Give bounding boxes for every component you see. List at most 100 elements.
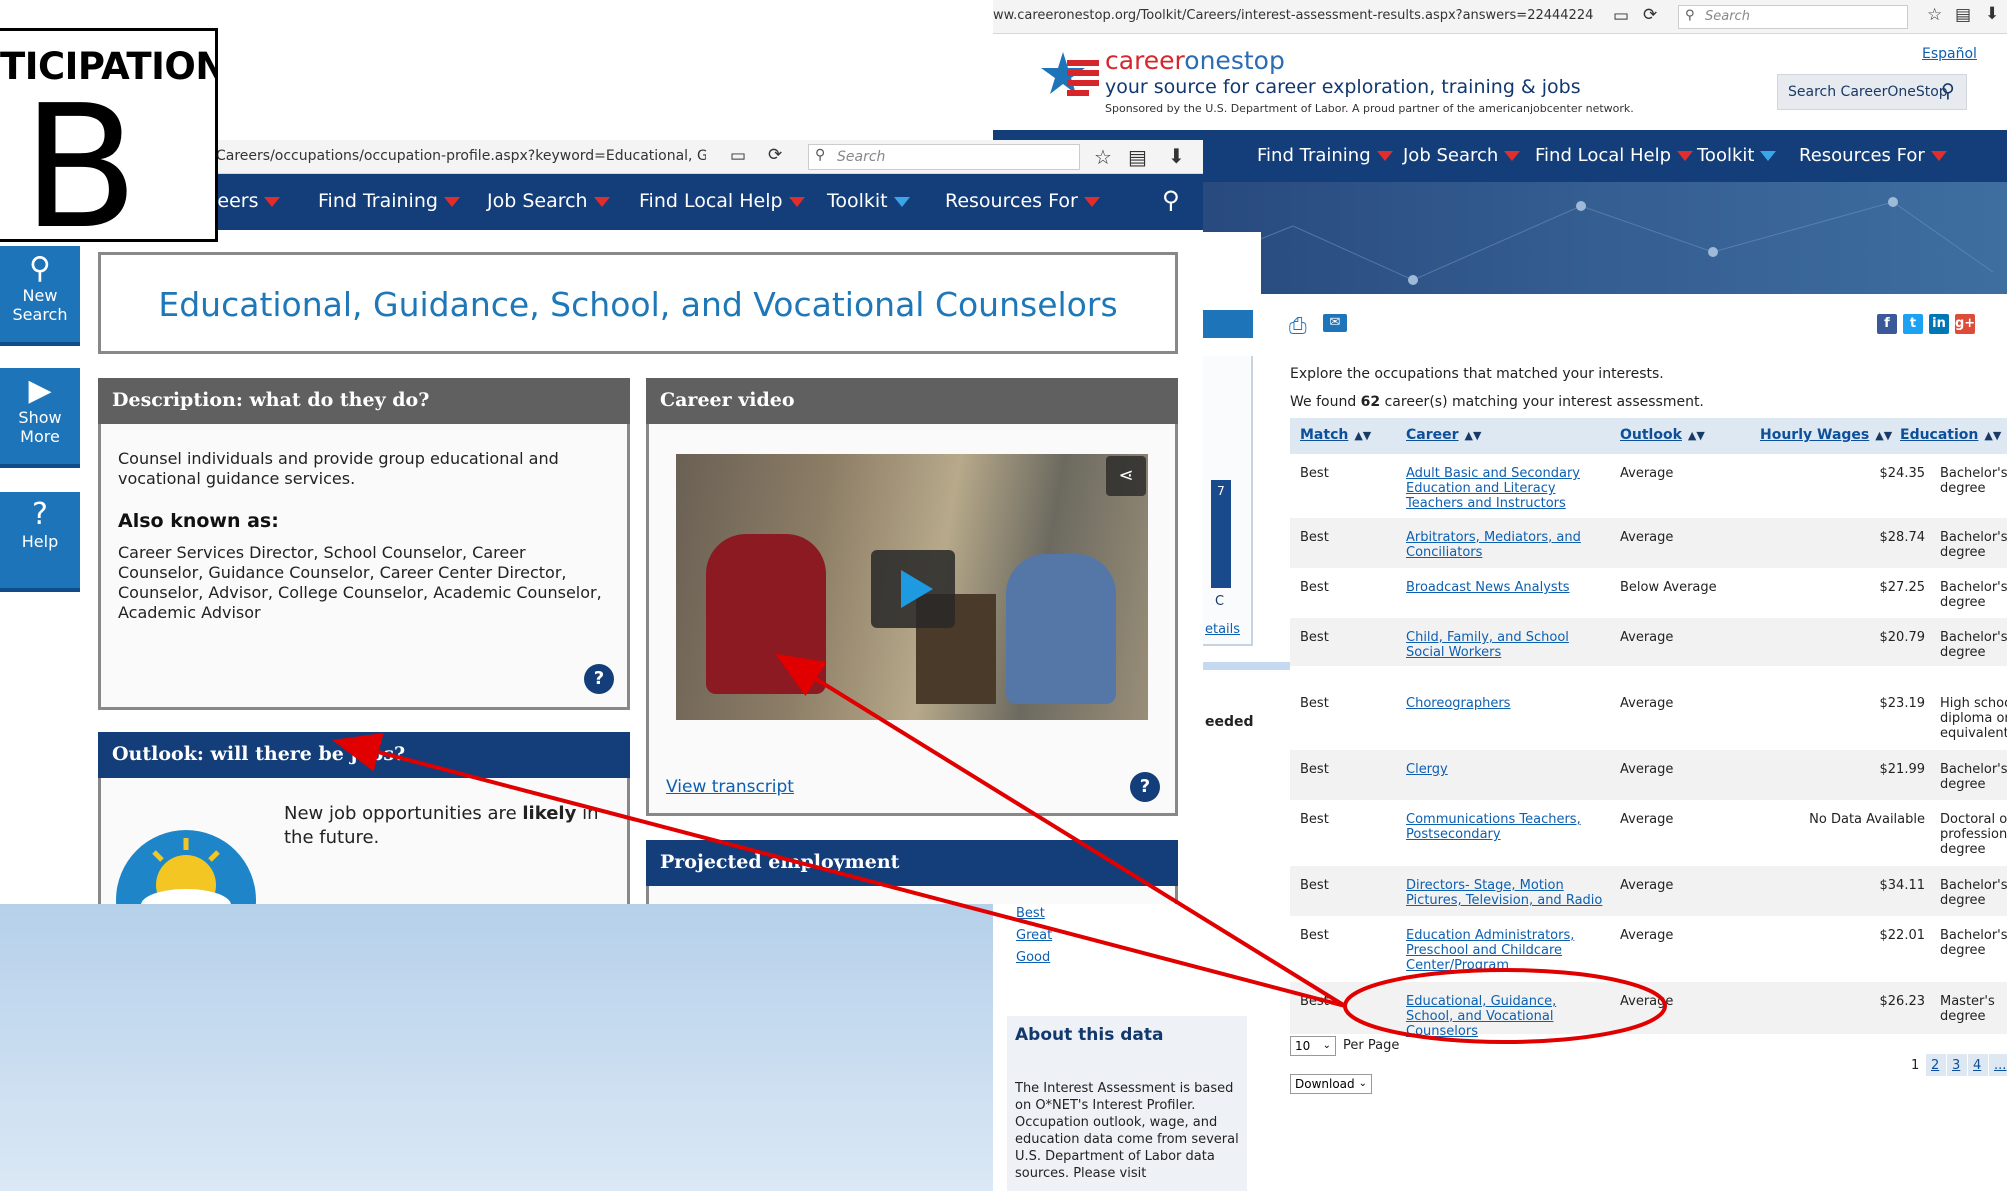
- career-video-player[interactable]: ⋖: [676, 454, 1148, 720]
- cell-career-link[interactable]: Adult Basic and Secondary Education and …: [1406, 466, 1606, 511]
- nav-toolkit[interactable]: Toolkit: [1697, 145, 1777, 166]
- download-arrow-icon[interactable]: ⬇: [1168, 144, 1185, 168]
- linkedin-icon[interactable]: in: [1929, 314, 1949, 334]
- cell-education: Bachelor's degree: [1940, 466, 2007, 496]
- nav-find-local-help[interactable]: Find Local Help: [639, 190, 805, 212]
- legend-great-link[interactable]: Great: [1016, 928, 1052, 943]
- column-career[interactable]: Career ▲▼: [1406, 427, 1481, 443]
- email-icon[interactable]: ✉: [1323, 314, 1347, 332]
- page-link[interactable]: 4: [1973, 1058, 1981, 1073]
- espanol-link[interactable]: Español: [1922, 46, 1977, 62]
- twitter-icon[interactable]: t: [1903, 314, 1923, 334]
- page-link[interactable]: 2: [1931, 1058, 1939, 1073]
- table-row: Best Choreographers Average $23.19 High scho…: [1290, 684, 2007, 750]
- bookmark-star-icon[interactable]: ☆: [1094, 145, 1112, 169]
- brand-name[interactable]: careeronestop: [1105, 46, 1285, 75]
- facebook-icon[interactable]: f: [1877, 314, 1897, 334]
- nav-toolkit[interactable]: Toolkit: [827, 190, 910, 212]
- show-more-button[interactable]: ▶ Show More: [0, 368, 80, 468]
- browser-search-input[interactable]: ⚲ Search: [808, 144, 1080, 170]
- per-page-value: 10: [1295, 1039, 1311, 1053]
- download-label: Download: [1295, 1077, 1355, 1091]
- reload-icon[interactable]: ⟳: [768, 145, 782, 165]
- sponsor-line: Sponsored by the U.S. Department of Labo…: [1105, 102, 1634, 115]
- cell-career-link[interactable]: Child, Family, and School Social Workers: [1406, 630, 1606, 660]
- outlook-text: New job opportunities are likely in the …: [284, 802, 604, 850]
- cell-career-link[interactable]: Clergy: [1406, 762, 1606, 777]
- googleplus-icon[interactable]: g+: [1955, 314, 1975, 334]
- chevron-down-icon: [1083, 196, 1100, 207]
- search-icon[interactable]: ⚲: [1162, 186, 1180, 214]
- cell-hourly-wage: $26.23: [1879, 994, 1926, 1009]
- page-link[interactable]: ...: [1994, 1058, 2006, 1073]
- site-search-button[interactable]: Search CareerOneStop ⚲: [1777, 74, 1967, 110]
- column-match[interactable]: Match ▲▼: [1300, 427, 1371, 443]
- cell-career-link[interactable]: Directors- Stage, Motion Pictures, Telev…: [1406, 878, 1606, 908]
- nav-resources-for[interactable]: Resources For: [1799, 145, 1947, 166]
- column-education[interactable]: Education ▲▼: [1900, 427, 2001, 443]
- reader-view-icon[interactable]: ▭: [1613, 6, 1629, 26]
- new-search-button[interactable]: ⚲ New Search: [0, 246, 80, 346]
- clipboard-icon[interactable]: ▤: [1955, 5, 1971, 25]
- legend-best-link[interactable]: Best: [1016, 906, 1045, 921]
- nav-resources-for[interactable]: Resources For: [945, 190, 1100, 212]
- nav-find-training[interactable]: Find Training: [318, 190, 460, 212]
- per-page-select[interactable]: 10 ⌄: [1290, 1036, 1336, 1056]
- nav-label: Toolkit: [1697, 145, 1755, 166]
- nav-label: Find Training: [1257, 145, 1371, 166]
- column-outlook[interactable]: Outlook ▲▼: [1620, 427, 1705, 443]
- cell-outlook: Average: [1620, 466, 1674, 481]
- cell-match: Best: [1300, 928, 1329, 943]
- cell-career-link[interactable]: Education Administrators, Preschool and …: [1406, 928, 1606, 973]
- download-arrow-icon[interactable]: ⬇: [1985, 4, 1999, 24]
- nav-find-training[interactable]: Find Training: [1257, 145, 1393, 166]
- share-icon[interactable]: ⋖: [1106, 456, 1146, 496]
- help-button[interactable]: ? Help: [0, 492, 80, 592]
- address-bar[interactable]: Careers/occupations/occupation-profile.a…: [216, 148, 706, 164]
- chevron-down-icon: [1930, 151, 1947, 161]
- chevron-down-icon: [1376, 151, 1393, 161]
- nav-find-local-help[interactable]: Find Local Help: [1535, 145, 1694, 166]
- search-icon: ⚲: [1941, 80, 1955, 102]
- needed-label-fragment: eeded: [1205, 714, 1254, 730]
- download-select[interactable]: Download ⌄: [1290, 1074, 1372, 1094]
- sun-cloud-icon: [116, 830, 256, 904]
- sort-icon: ▲▼: [1984, 429, 2002, 442]
- cell-career-link[interactable]: Educational, Guidance, School, and Vocat…: [1406, 994, 1606, 1039]
- details-link[interactable]: etails: [1205, 622, 1240, 637]
- video-figure: [706, 534, 826, 694]
- nav-careers[interactable]: reers: [210, 190, 281, 212]
- reader-view-icon[interactable]: ▭: [730, 146, 746, 166]
- column-hourly-wages[interactable]: Hourly Wages ▲▼: [1760, 427, 1892, 443]
- table-row: Best Educational, Guidance, School, and V…: [1290, 982, 2007, 1039]
- help-icon[interactable]: ?: [1130, 772, 1160, 802]
- cell-career-link[interactable]: Choreographers: [1406, 696, 1606, 711]
- page-link[interactable]: 3: [1952, 1058, 1960, 1073]
- help-icon[interactable]: ?: [584, 664, 614, 694]
- clipboard-icon[interactable]: ▤: [1128, 145, 1147, 169]
- nav-job-search[interactable]: Job Search: [1403, 145, 1521, 166]
- table-row: Best Clergy Average $21.99 Bachelor's degree: [1290, 750, 2007, 800]
- interest-bar-value: 7: [1217, 484, 1225, 498]
- sort-icon: ▲▼: [1687, 429, 1705, 442]
- cell-education: Bachelor's degree: [1940, 580, 2007, 610]
- cell-career-link[interactable]: Broadcast News Analysts: [1406, 580, 1606, 595]
- cell-career-link[interactable]: Communications Teachers, Postsecondary: [1406, 812, 1606, 842]
- view-transcript-link[interactable]: View transcript: [666, 777, 794, 797]
- reload-icon[interactable]: ⟳: [1643, 5, 1657, 25]
- side-button-label: Show: [18, 408, 62, 427]
- legend-good-link[interactable]: Good: [1016, 950, 1050, 965]
- nav-job-search[interactable]: Job Search: [487, 190, 610, 212]
- address-bar[interactable]: ww.careeronestop.org/Toolkit/Careers/int…: [993, 8, 1593, 23]
- chevron-down-icon: [443, 196, 460, 207]
- cell-career-link[interactable]: Arbitrators, Mediators, and Conciliators: [1406, 530, 1606, 560]
- cell-outlook: Average: [1620, 762, 1674, 777]
- bookmark-star-icon[interactable]: ☆: [1927, 5, 1942, 25]
- play-button[interactable]: [871, 550, 955, 628]
- browser-search-input[interactable]: ⚲ Search: [1678, 5, 1908, 29]
- found-count: 62: [1360, 394, 1381, 410]
- print-icon[interactable]: ⎙: [1289, 314, 1307, 339]
- careeronestop-logo-icon[interactable]: [1041, 50, 1101, 104]
- magnifier-icon: ⚲: [815, 147, 826, 163]
- cell-match: Best: [1300, 466, 1329, 481]
